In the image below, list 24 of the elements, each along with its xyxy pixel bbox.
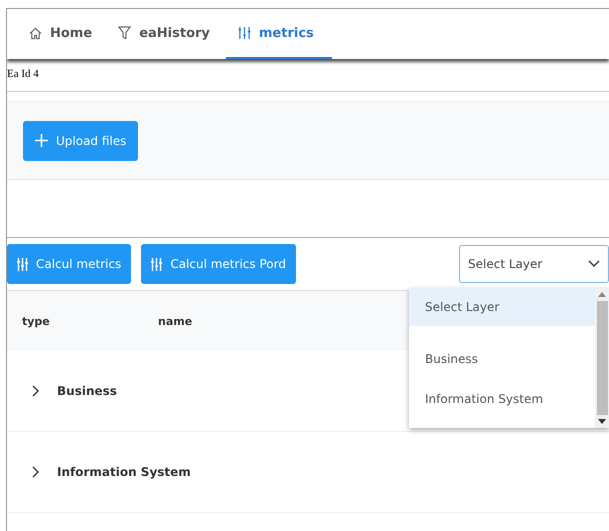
sliders-icon [238, 26, 251, 40]
nav-tab[interactable]: eaHistory [108, 9, 220, 59]
layer-option[interactable]: Information System [409, 380, 595, 418]
nav-tab[interactable]: Home [19, 9, 102, 59]
layer-row-label: Information System [57, 465, 191, 479]
nav-tab[interactable]: metrics [226, 9, 332, 59]
filter-icon [118, 26, 132, 40]
layer-option[interactable]: Select Layer [409, 288, 595, 326]
plus-icon [35, 134, 48, 147]
layer-select[interactable]: Select Layer [459, 245, 609, 283]
layer-option[interactable]: Business [409, 340, 595, 378]
layer-row-label: Business [57, 384, 117, 398]
ea-id-label: Ea Id 4 [7, 59, 609, 92]
expand-chevron-icon[interactable] [32, 385, 39, 397]
sliders-icon [151, 258, 162, 270]
home-icon [29, 26, 42, 40]
scrollbar[interactable] [595, 288, 609, 428]
expand-chevron-icon[interactable] [32, 466, 39, 478]
scroll-up-icon[interactable] [598, 292, 606, 297]
column-header: name [158, 314, 192, 328]
chevron-down-icon [588, 260, 600, 268]
column-header: type [21, 314, 51, 328]
sliders-icon [17, 258, 28, 270]
scroll-down-icon[interactable] [598, 419, 606, 424]
